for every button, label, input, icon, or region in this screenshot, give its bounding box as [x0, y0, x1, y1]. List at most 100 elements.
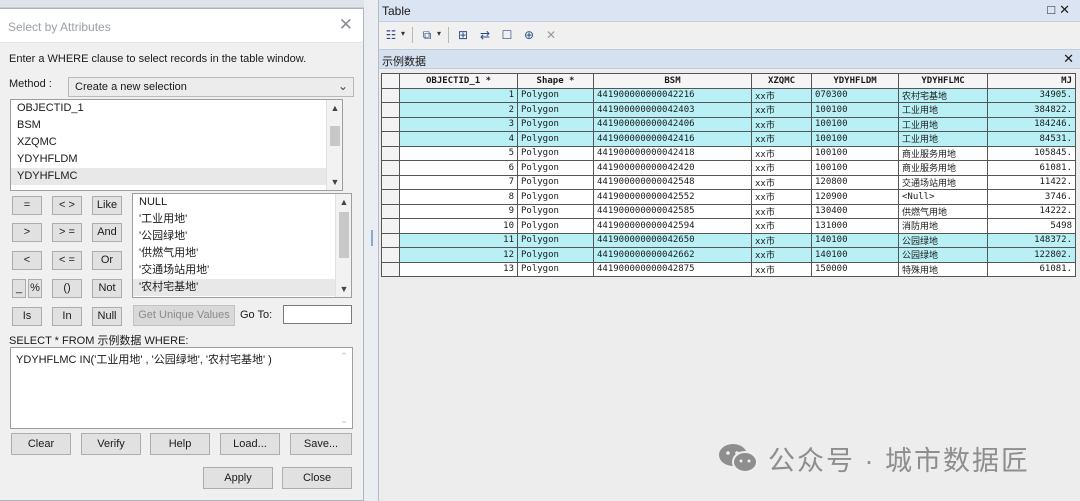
table-cell-shape[interactable]: Polygon	[517, 102, 594, 118]
greater-equal-button[interactable]: > =	[52, 223, 82, 242]
row-selector[interactable]	[381, 145, 400, 161]
close-icon[interactable]: ✕	[1059, 2, 1074, 17]
table-cell-dm[interactable]: 150000	[811, 261, 899, 277]
row-selector[interactable]	[381, 203, 400, 219]
row-selector[interactable]	[381, 247, 400, 263]
zoom-to-selected-icon[interactable]: ⊕	[521, 27, 537, 43]
table-cell-id[interactable]: 8	[399, 189, 518, 205]
percent-button[interactable]: %	[28, 279, 42, 298]
table-cell-mc[interactable]: 商业服务用地	[898, 160, 988, 176]
table-row[interactable]: 7 Polygon 441900000000042548 xx市 120800 交通场站用…	[381, 174, 1076, 190]
not-button[interactable]: Not	[92, 279, 122, 298]
table-cell-xzqmc[interactable]: xx市	[751, 174, 812, 190]
table-cell-bsm[interactable]: 441900000000042216	[593, 87, 752, 103]
table-cell-dm[interactable]: 100100	[811, 145, 899, 161]
get-unique-values-button[interactable]: Get Unique Values	[133, 305, 235, 326]
table-cell-bsm[interactable]: 441900000000042552	[593, 189, 752, 205]
scroll-down-icon[interactable]: ⌄	[336, 412, 352, 428]
table-cell-id[interactable]: 6	[399, 160, 518, 176]
row-selector[interactable]	[381, 131, 400, 147]
table-row[interactable]: 4 Polygon 441900000000042416 xx市 100100 工业用地 8…	[381, 131, 1076, 147]
close-tab-icon[interactable]: ✕	[1063, 51, 1074, 67]
table-cell-bsm[interactable]: 441900000000042662	[593, 247, 752, 263]
table-cell-mc[interactable]: 公园绿地	[898, 232, 988, 248]
table-cell-bsm[interactable]: 441900000000042403	[593, 102, 752, 118]
field-item[interactable]: OBJECTID_1	[11, 100, 342, 117]
table-cell-shape[interactable]: Polygon	[517, 131, 594, 147]
table-cell-shape[interactable]: Polygon	[517, 174, 594, 190]
table-cell-mc[interactable]: 农村宅基地	[898, 87, 988, 103]
row-selector[interactable]	[381, 218, 400, 234]
select-by-attributes-icon[interactable]: ⊞	[455, 27, 471, 43]
table-cell-shape[interactable]: Polygon	[517, 218, 594, 234]
table-cell-id[interactable]: 7	[399, 174, 518, 190]
table-cell-mj[interactable]: 122802.	[987, 247, 1076, 263]
table-cell-dm[interactable]: 070300	[811, 87, 899, 103]
table-cell-id[interactable]: 5	[399, 145, 518, 161]
goto-input[interactable]	[283, 305, 352, 324]
table-cell-id[interactable]: 13	[399, 261, 518, 277]
table-cell-xzqmc[interactable]: xx市	[751, 189, 812, 205]
table-cell-dm[interactable]: 120800	[811, 174, 899, 190]
not-equal-button[interactable]: < >	[52, 196, 82, 215]
row-selector[interactable]	[381, 189, 400, 205]
table-cell-mc[interactable]: 消防用地	[898, 218, 988, 234]
values-list-scrollbar[interactable]: ▲ ▼	[335, 194, 351, 297]
table-row[interactable]: 11 Polygon 441900000000042650 xx市 140100 公园绿地…	[381, 232, 1076, 248]
window-splitter[interactable]	[364, 0, 378, 501]
value-item[interactable]: NULL	[133, 194, 351, 211]
in-button[interactable]: In	[52, 307, 82, 326]
table-row[interactable]: 12 Polygon 441900000000042662 xx市 140100 公园绿地…	[381, 247, 1076, 263]
and-button[interactable]: And	[92, 223, 122, 242]
value-item[interactable]: '供燃气用地'	[133, 245, 351, 262]
table-cell-shape[interactable]: Polygon	[517, 189, 594, 205]
table-cell-xzqmc[interactable]: xx市	[751, 203, 812, 219]
row-selector[interactable]	[381, 102, 400, 118]
row-selector[interactable]	[381, 87, 400, 103]
table-cell-xzqmc[interactable]: xx市	[751, 232, 812, 248]
table-row[interactable]: 2 Polygon 441900000000042403 xx市 100100 工业用地 3…	[381, 102, 1076, 118]
table-options-icon[interactable]: ☷	[383, 27, 399, 43]
row-selector[interactable]	[381, 232, 400, 248]
table-row[interactable]: 9 Polygon 441900000000042585 xx市 130400 供燃气用地…	[381, 203, 1076, 219]
value-item[interactable]: '工业用地'	[133, 211, 351, 228]
table-row[interactable]: 6 Polygon 441900000000042420 xx市 100100 商业服务用…	[381, 160, 1076, 176]
table-cell-dm[interactable]: 100100	[811, 102, 899, 118]
table-cell-xzqmc[interactable]: xx市	[751, 160, 812, 176]
value-item[interactable]: '交通场站用地'	[133, 262, 351, 279]
field-item[interactable]: XZQMC	[11, 134, 342, 151]
table-cell-mj[interactable]: 384822.	[987, 102, 1076, 118]
table-cell-mc[interactable]: 公园绿地	[898, 247, 988, 263]
is-button[interactable]: Is	[12, 307, 42, 326]
unique-values-list[interactable]: NULL '工业用地' '公园绿地' '供燃气用地' '交通场站用地' '农村宅…	[132, 193, 352, 298]
table-cell-dm[interactable]: 130400	[811, 203, 899, 219]
row-selector[interactable]	[381, 261, 400, 277]
table-cell-dm[interactable]: 100100	[811, 160, 899, 176]
scroll-up-icon[interactable]: ▲	[336, 194, 351, 210]
table-cell-xzqmc[interactable]: xx市	[751, 145, 812, 161]
table-cell-id[interactable]: 12	[399, 247, 518, 263]
table-cell-mj[interactable]: 148372.	[987, 232, 1076, 248]
table-cell-xzqmc[interactable]: xx市	[751, 247, 812, 263]
table-cell-xzqmc[interactable]: xx市	[751, 131, 812, 147]
table-row[interactable]: 10 Polygon 441900000000042594 xx市 131000 消防用地…	[381, 218, 1076, 234]
table-cell-id[interactable]: 9	[399, 203, 518, 219]
value-item-selected[interactable]: '农村宅基地'	[133, 279, 351, 296]
row-selector-header[interactable]	[381, 73, 400, 89]
table-row[interactable]: 3 Polygon 441900000000042406 xx市 100100 工业用地 1…	[381, 116, 1076, 132]
table-cell-mj[interactable]: 11422.	[987, 174, 1076, 190]
table-cell-mc[interactable]: 工业用地	[898, 116, 988, 132]
field-item[interactable]: YDYHFLDM	[11, 151, 342, 168]
table-cell-dm[interactable]: 100100	[811, 131, 899, 147]
table-cell-mc[interactable]: <Null>	[898, 189, 988, 205]
table-row[interactable]: 8 Polygon 441900000000042552 xx市 120900 <Null…	[381, 189, 1076, 205]
table-cell-bsm[interactable]: 441900000000042418	[593, 145, 752, 161]
field-list[interactable]: OBJECTID_1 BSM XZQMC YDYHFLDM YDYHFLMC ▲…	[10, 99, 343, 191]
table-row[interactable]: 5 Polygon 441900000000042418 xx市 100100 商业服务用…	[381, 145, 1076, 161]
scroll-thumb[interactable]	[339, 212, 349, 258]
table-cell-bsm[interactable]: 441900000000042420	[593, 160, 752, 176]
table-cell-dm[interactable]: 131000	[811, 218, 899, 234]
scroll-thumb[interactable]	[330, 126, 340, 146]
table-cell-dm[interactable]: 140100	[811, 247, 899, 263]
field-item[interactable]: BSM	[11, 117, 342, 134]
